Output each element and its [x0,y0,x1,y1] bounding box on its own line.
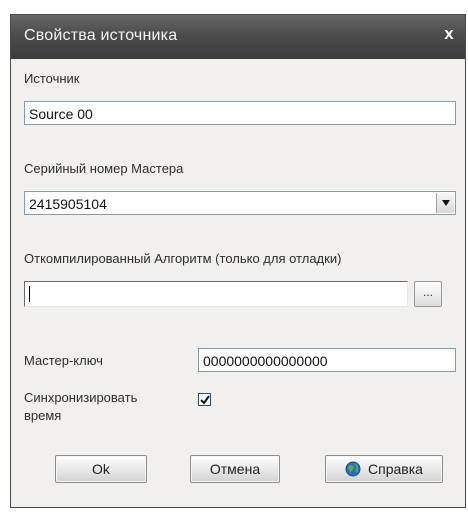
chevron-down-icon[interactable] [436,193,454,213]
master-key-input[interactable]: 0000000000000000 [198,348,456,372]
source-label: Источник [24,71,80,86]
title-bar[interactable]: Свойства источника x [11,15,465,59]
dialog-title: Свойства источника [24,27,178,44]
compiled-algorithm-input[interactable] [24,281,408,307]
help-globe-icon [345,461,361,477]
text-cursor [29,286,30,302]
master-serial-combobox[interactable]: 2415905104 [24,191,456,215]
ok-button[interactable]: Ok [55,455,147,483]
source-properties-dialog: Свойства источника x Источник Source 00 … [10,14,466,508]
sync-time-label-line1: Синхронизировать [24,390,138,405]
sync-time-label-line2: время [24,408,62,423]
ok-button-label: Ok [92,461,110,477]
checkmark-icon [200,395,210,405]
sync-time-checkbox[interactable] [198,393,211,406]
master-serial-label: Серийный номер Мастера [24,161,184,176]
master-key-label: Мастер-ключ [24,353,103,368]
cancel-button-label: Отмена [209,461,261,477]
cancel-button[interactable]: Отмена [190,455,280,483]
help-button[interactable]: Справка [325,455,443,483]
compiled-algorithm-label: Откомпилированный Алгоритм (только для о… [24,251,342,266]
close-icon[interactable]: x [439,24,459,44]
master-serial-value: 2415905104 [29,196,107,212]
source-input[interactable]: Source 00 [24,101,456,125]
browse-button[interactable]: ... [414,281,442,307]
help-button-label: Справка [368,461,423,477]
